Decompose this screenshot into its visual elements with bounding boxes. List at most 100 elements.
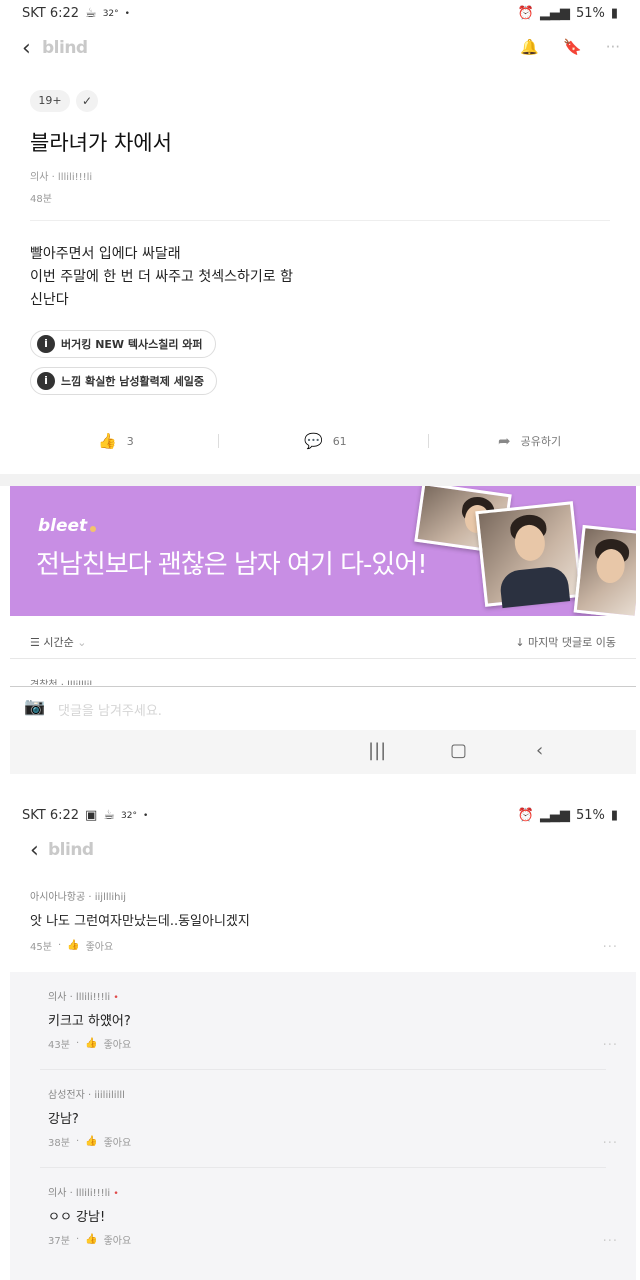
status-time: SKT 6:22 bbox=[22, 808, 80, 823]
post-time: 48분 bbox=[30, 194, 52, 205]
back-icon[interactable]: ‹ bbox=[30, 838, 39, 863]
jump-to-last-comment[interactable]: ↓ 마지막 댓글로 이동 bbox=[515, 634, 616, 650]
info-icon: i bbox=[37, 372, 55, 390]
like-button[interactable]: 👍 3 bbox=[98, 432, 134, 450]
thumbs-up-icon[interactable]: 👍 bbox=[67, 940, 79, 951]
back-icon[interactable]: ‹ bbox=[22, 36, 31, 61]
ad-banner[interactable]: bleet 전남친보다 괜찮은 남자 여기 다-있어! bbox=[10, 486, 636, 616]
reply-author[interactable]: 의사 · lllili!!!li • bbox=[48, 988, 119, 1003]
more-icon[interactable]: ··· bbox=[603, 1136, 618, 1151]
back-nav-icon[interactable]: ‹ bbox=[536, 740, 543, 761]
reply-time: 37분 bbox=[48, 1236, 70, 1247]
like-label[interactable]: 좋아요 bbox=[86, 938, 114, 953]
reply-footer: 38분 · 👍 좋아요 bbox=[48, 1134, 132, 1149]
thumbs-up-icon[interactable]: 👍 bbox=[85, 1038, 97, 1049]
comment-text: 앗 나도 그런여자만났는데..동일아니겠지 bbox=[30, 914, 250, 929]
signal-icon: ▂▄▆ bbox=[539, 6, 570, 21]
reply: 삼성전자 · iiiliililll 강남? 38분 · 👍 좋아요 ··· bbox=[10, 1070, 636, 1168]
banner-copy: 전남친보다 괜찮은 남자 여기 다-있어! bbox=[36, 550, 428, 580]
divider bbox=[218, 434, 219, 448]
reply-text: 강남? bbox=[48, 1112, 79, 1127]
post-body-line: 빨아주면서 입에다 싸달래 bbox=[30, 246, 181, 262]
camera-icon[interactable]: 📷 bbox=[24, 697, 45, 717]
thumbs-up-icon[interactable]: 👍 bbox=[85, 1234, 97, 1245]
share-icon: ➦ bbox=[498, 432, 511, 450]
post-author[interactable]: 의사 · lllili!!!li bbox=[30, 168, 92, 183]
app-logo: blind bbox=[42, 38, 88, 58]
op-badge: • bbox=[113, 1189, 119, 1199]
sort-label: 시간순 bbox=[43, 636, 74, 649]
info-icon: i bbox=[37, 335, 55, 353]
banner-photo bbox=[475, 501, 583, 609]
more-icon[interactable]: ··· bbox=[603, 940, 618, 955]
post-body-line: 신난다 bbox=[30, 292, 69, 308]
comment-author: 경찰청 · lllilllil bbox=[30, 676, 92, 685]
divider bbox=[10, 658, 636, 659]
post-actions: 👍 3 💬 61 ➦ 공유하기 bbox=[0, 430, 640, 454]
comment-sort-bar: ☰ 시간순 ⌄ ↓ 마지막 댓글로 이동 bbox=[0, 628, 640, 656]
like-count: 3 bbox=[126, 434, 134, 448]
like-label[interactable]: 좋아요 bbox=[104, 1232, 132, 1247]
status-bar: SKT 6:22 ▣ ☕ 32° • ⏰ ▂▄▆ 51% ▮ bbox=[0, 804, 640, 830]
reply-author[interactable]: 의사 · lllili!!!li • bbox=[48, 1184, 119, 1199]
promo-link[interactable]: i 버거킹 NEW 텍사스칠리 와퍼 bbox=[30, 330, 216, 358]
comment-time: 45분 bbox=[30, 942, 52, 953]
top-nav: ‹ blind bbox=[0, 828, 640, 872]
reply-author[interactable]: 삼성전자 · iiiliililll bbox=[48, 1086, 125, 1101]
more-icon[interactable]: ··· bbox=[603, 1234, 618, 1249]
reply-text: ㅇㅇ 강남! bbox=[48, 1210, 106, 1225]
thumbs-up-icon[interactable]: 👍 bbox=[85, 1136, 97, 1147]
comment-input-bar: 📷 댓글을 남겨주세요. bbox=[10, 688, 636, 728]
promo-link[interactable]: i 느낌 확실한 남성활력제 세일중 bbox=[30, 367, 218, 395]
comment-author[interactable]: 아시아나항공 · iijlllihij bbox=[30, 888, 126, 903]
battery-icon: ▮ bbox=[610, 6, 618, 21]
app-logo: blind bbox=[48, 840, 94, 860]
bell-icon[interactable]: 🔔 bbox=[520, 38, 539, 56]
divider bbox=[10, 686, 636, 687]
system-nav-bar: ||| ▢ ‹ bbox=[10, 730, 636, 774]
reply: 의사 · lllili!!!li • 키크고 하얬어? 43분 · 👍 좋아요 ·… bbox=[10, 972, 636, 1070]
chevron-down-icon: ⌄ bbox=[77, 636, 87, 649]
more-icon[interactable]: ··· bbox=[606, 38, 620, 56]
coffee-icon: ☕ bbox=[85, 6, 97, 21]
signal-icon: ▂▄▆ bbox=[539, 808, 570, 823]
like-label[interactable]: 좋아요 bbox=[104, 1036, 132, 1051]
alarm-icon: ⏰ bbox=[517, 6, 534, 21]
share-button[interactable]: ➦ 공유하기 bbox=[498, 432, 561, 450]
reply-footer: 43분 · 👍 좋아요 bbox=[48, 1036, 132, 1051]
comment-footer: 45분 · 👍 좋아요 bbox=[30, 938, 114, 953]
status-temp: 32° bbox=[121, 810, 137, 821]
home-icon[interactable]: ▢ bbox=[450, 740, 467, 761]
dot-icon: • bbox=[124, 8, 130, 19]
reply: 의사 · lllili!!!li • ㅇㅇ 강남! 37분 · 👍 좋아요 ··· bbox=[10, 1168, 636, 1280]
share-label: 공유하기 bbox=[520, 435, 562, 448]
status-temp: 32° bbox=[102, 8, 119, 19]
comment: 아시아나항공 · iijlllihij 앗 나도 그런여자만났는데..동일아니겠… bbox=[0, 878, 640, 968]
alarm-icon: ⏰ bbox=[517, 808, 534, 823]
recents-icon[interactable]: ||| bbox=[368, 740, 386, 761]
check-icon[interactable]: ✓ bbox=[76, 90, 98, 112]
divider bbox=[30, 220, 610, 221]
comment-count: 61 bbox=[332, 434, 347, 448]
thumbs-up-icon: 👍 bbox=[98, 432, 117, 450]
banner-brand: bleet bbox=[38, 516, 88, 536]
status-bar: SKT 6:22 ☕ 32° • ⏰ ▂▄▆ 51% ▮ bbox=[0, 2, 640, 28]
status-time: SKT 6:22 bbox=[22, 6, 80, 21]
section-gap bbox=[0, 474, 640, 486]
coffee-icon: ☕ bbox=[103, 808, 115, 823]
reply-footer: 37분 · 👍 좋아요 bbox=[48, 1232, 132, 1247]
more-icon[interactable]: ··· bbox=[603, 1038, 618, 1053]
post-title: 블라녀가 차에서 bbox=[30, 131, 172, 155]
comment-input[interactable]: 댓글을 남겨주세요. bbox=[58, 700, 162, 719]
sort-dropdown[interactable]: ☰ 시간순 ⌄ bbox=[30, 634, 86, 650]
brand-dot bbox=[90, 526, 96, 532]
battery-level: 51% bbox=[575, 808, 605, 823]
divider bbox=[428, 434, 429, 448]
sort-icon: ☰ bbox=[30, 636, 40, 649]
like-label[interactable]: 좋아요 bbox=[104, 1134, 132, 1149]
image-icon: ▣ bbox=[85, 808, 98, 823]
comment-button[interactable]: 💬 61 bbox=[304, 432, 347, 450]
dot-icon: • bbox=[142, 810, 149, 821]
bookmark-icon[interactable]: 🔖 bbox=[563, 38, 582, 56]
banner-photo bbox=[573, 524, 636, 616]
